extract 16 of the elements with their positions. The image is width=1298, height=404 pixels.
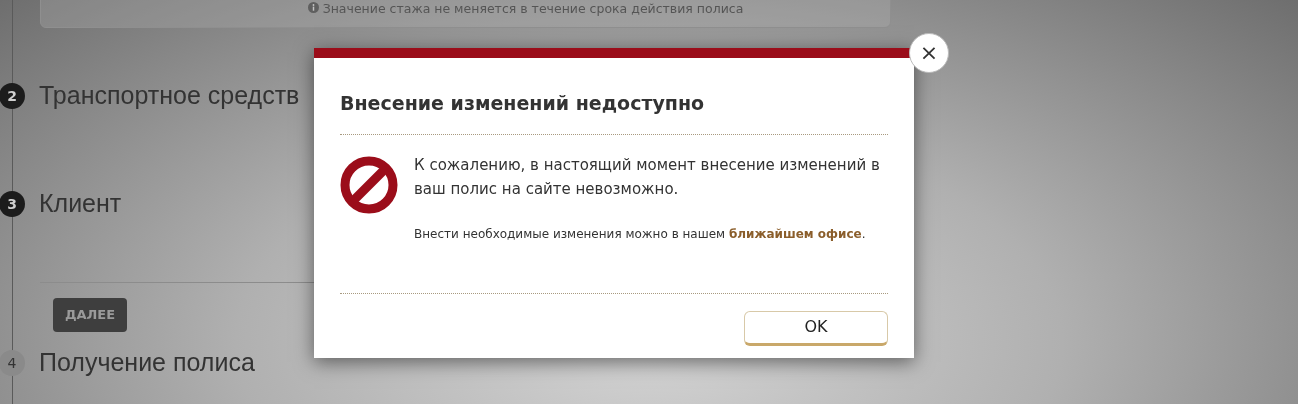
step-number: 3 (0, 191, 25, 217)
step-number: 4 (0, 350, 25, 376)
prohibited-icon (340, 155, 398, 214)
next-button[interactable]: ДАЛЕЕ (53, 298, 127, 332)
step-title: Транспортное средств (39, 80, 300, 112)
info-note: Значение стажа не меняется в течение срока действия полиса (322, 0, 744, 18)
dialog-message: К сожалению, в настоящий момент внесение изменений в ваш полис на сайте невозможно. (414, 154, 881, 200)
ok-button[interactable]: OK (744, 310, 888, 346)
close-button[interactable]: × (909, 33, 949, 73)
dialog-title: Внесение изменений недоступно (340, 89, 888, 135)
step-number: 2 (0, 83, 25, 109)
info-icon (307, 2, 319, 13)
step-title: Клиент (39, 188, 122, 220)
office-link[interactable]: ближайшем офисе (728, 226, 862, 241)
step-title: Получение полиса (39, 347, 255, 379)
office-hint: Внести необходимые изменения можно в нашем ближайшем офисе. (414, 225, 867, 243)
